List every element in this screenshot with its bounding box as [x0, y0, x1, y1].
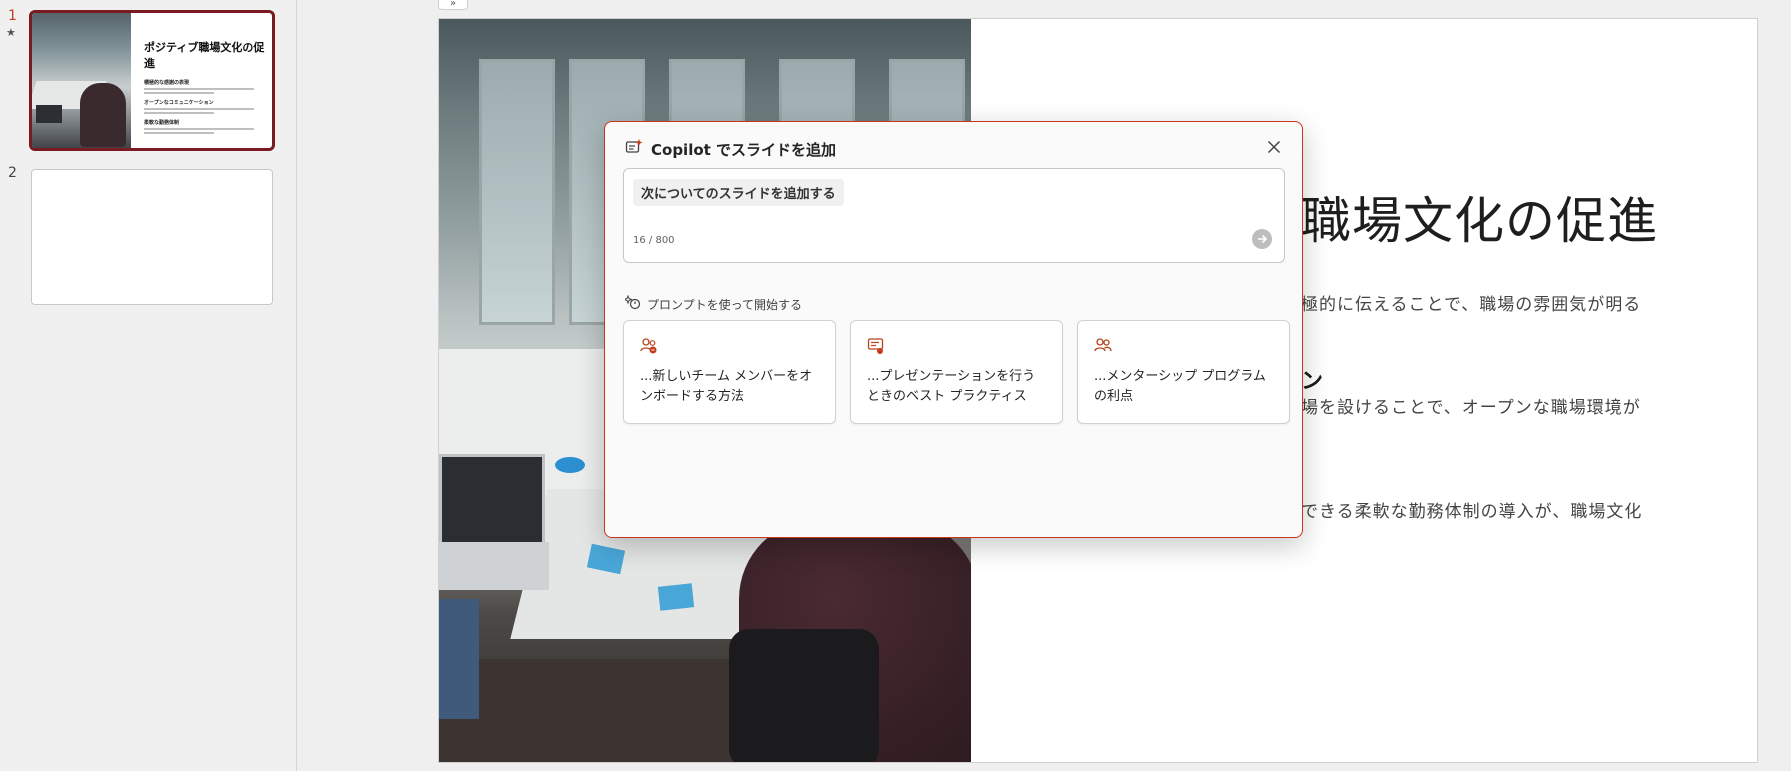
slide-body-line: 極的に伝えることで、職場の雰囲気が明る [1301, 295, 1642, 315]
prompt-prefix-chip: 次についてのスライドを追加する [633, 179, 844, 206]
slide-section-heading: ン [1301, 369, 1324, 394]
animation-star-icon: ★ [6, 26, 16, 39]
suggestion-text: ...プレゼンテーションを行うときのベスト プラクティス [867, 369, 1036, 404]
suggestion-text: ...メンターシップ プログラムの利点 [1094, 369, 1266, 404]
thumbnail-heading: オープンなコミュニケーション [144, 100, 214, 106]
send-button[interactable] [1252, 229, 1272, 249]
suggestion-card-onboarding[interactable]: ...新しいチーム メンバーをオンボードする方法 [623, 320, 836, 424]
start-with-prompt-row: プロンプトを使って開始する [623, 294, 803, 314]
thumbnail-title: ポジティブ職場文化の促進 [144, 41, 265, 70]
presentation-icon [867, 337, 885, 359]
slide-body-line: できる柔軟な勤務体制の導入が、職場文化 [1301, 502, 1643, 522]
character-counter: 16 / 800 [633, 235, 675, 246]
thumbnail-photo [32, 13, 131, 148]
prompt-input[interactable]: 次についてのスライドを追加する 16 / 800 [623, 168, 1285, 263]
slide-number-2: 2 [8, 165, 17, 181]
arrow-right-icon [1256, 230, 1268, 249]
slide-thumbnail-1[interactable]: ポジティブ職場文化の促進 積極的な感謝の表現 オープンなコミュニケーション 柔軟… [29, 10, 275, 151]
onboard-people-icon [640, 337, 658, 359]
sparkle-prompt-icon [623, 294, 641, 314]
slide-title: 職場文化の促進 [1301, 192, 1658, 250]
copilot-add-slide-dialog: Copilot でスライドを追加 次についてのスライドを追加する 16 / 80… [604, 121, 1303, 538]
mentorship-people-icon [1094, 337, 1112, 359]
dialog-header: Copilot でスライドを追加 [625, 138, 836, 160]
thumbnail-heading: 柔軟な勤務体制 [144, 120, 180, 126]
suggestion-text: ...新しいチーム メンバーをオンボードする方法 [640, 369, 813, 404]
copilot-slide-icon [625, 138, 643, 160]
prompt-suggestion-cards: ...新しいチーム メンバーをオンボードする方法 ...プレゼンテーションを行う… [623, 320, 1290, 424]
slide-thumbnail-pane: 1 ★ ポジティブ職場文化の促進 積極的な感謝の表現 オープンなコミュニケーショ… [0, 0, 297, 771]
slide-body-line: 場を設けることで、オープンな職場環境が [1301, 398, 1641, 418]
suggestion-card-presentation[interactable]: ...プレゼンテーションを行うときのベスト プラクティス [850, 320, 1063, 424]
thumbnail-text: ポジティブ職場文化の促進 積極的な感謝の表現 オープンなコミュニケーション 柔軟… [144, 39, 270, 134]
slide-number-1: 1 [8, 8, 17, 24]
thumbnail-heading: 積極的な感謝の表現 [144, 80, 190, 86]
close-icon [1267, 139, 1281, 158]
slide-thumbnail-2[interactable] [31, 169, 273, 305]
start-with-prompt-label: プロンプトを使って開始する [647, 297, 803, 312]
dialog-title: Copilot でスライドを追加 [651, 140, 837, 159]
close-button[interactable] [1260, 134, 1288, 162]
suggestion-card-mentorship[interactable]: ...メンターシップ プログラムの利点 [1077, 320, 1290, 424]
expand-pane-button[interactable]: » [438, 0, 468, 10]
